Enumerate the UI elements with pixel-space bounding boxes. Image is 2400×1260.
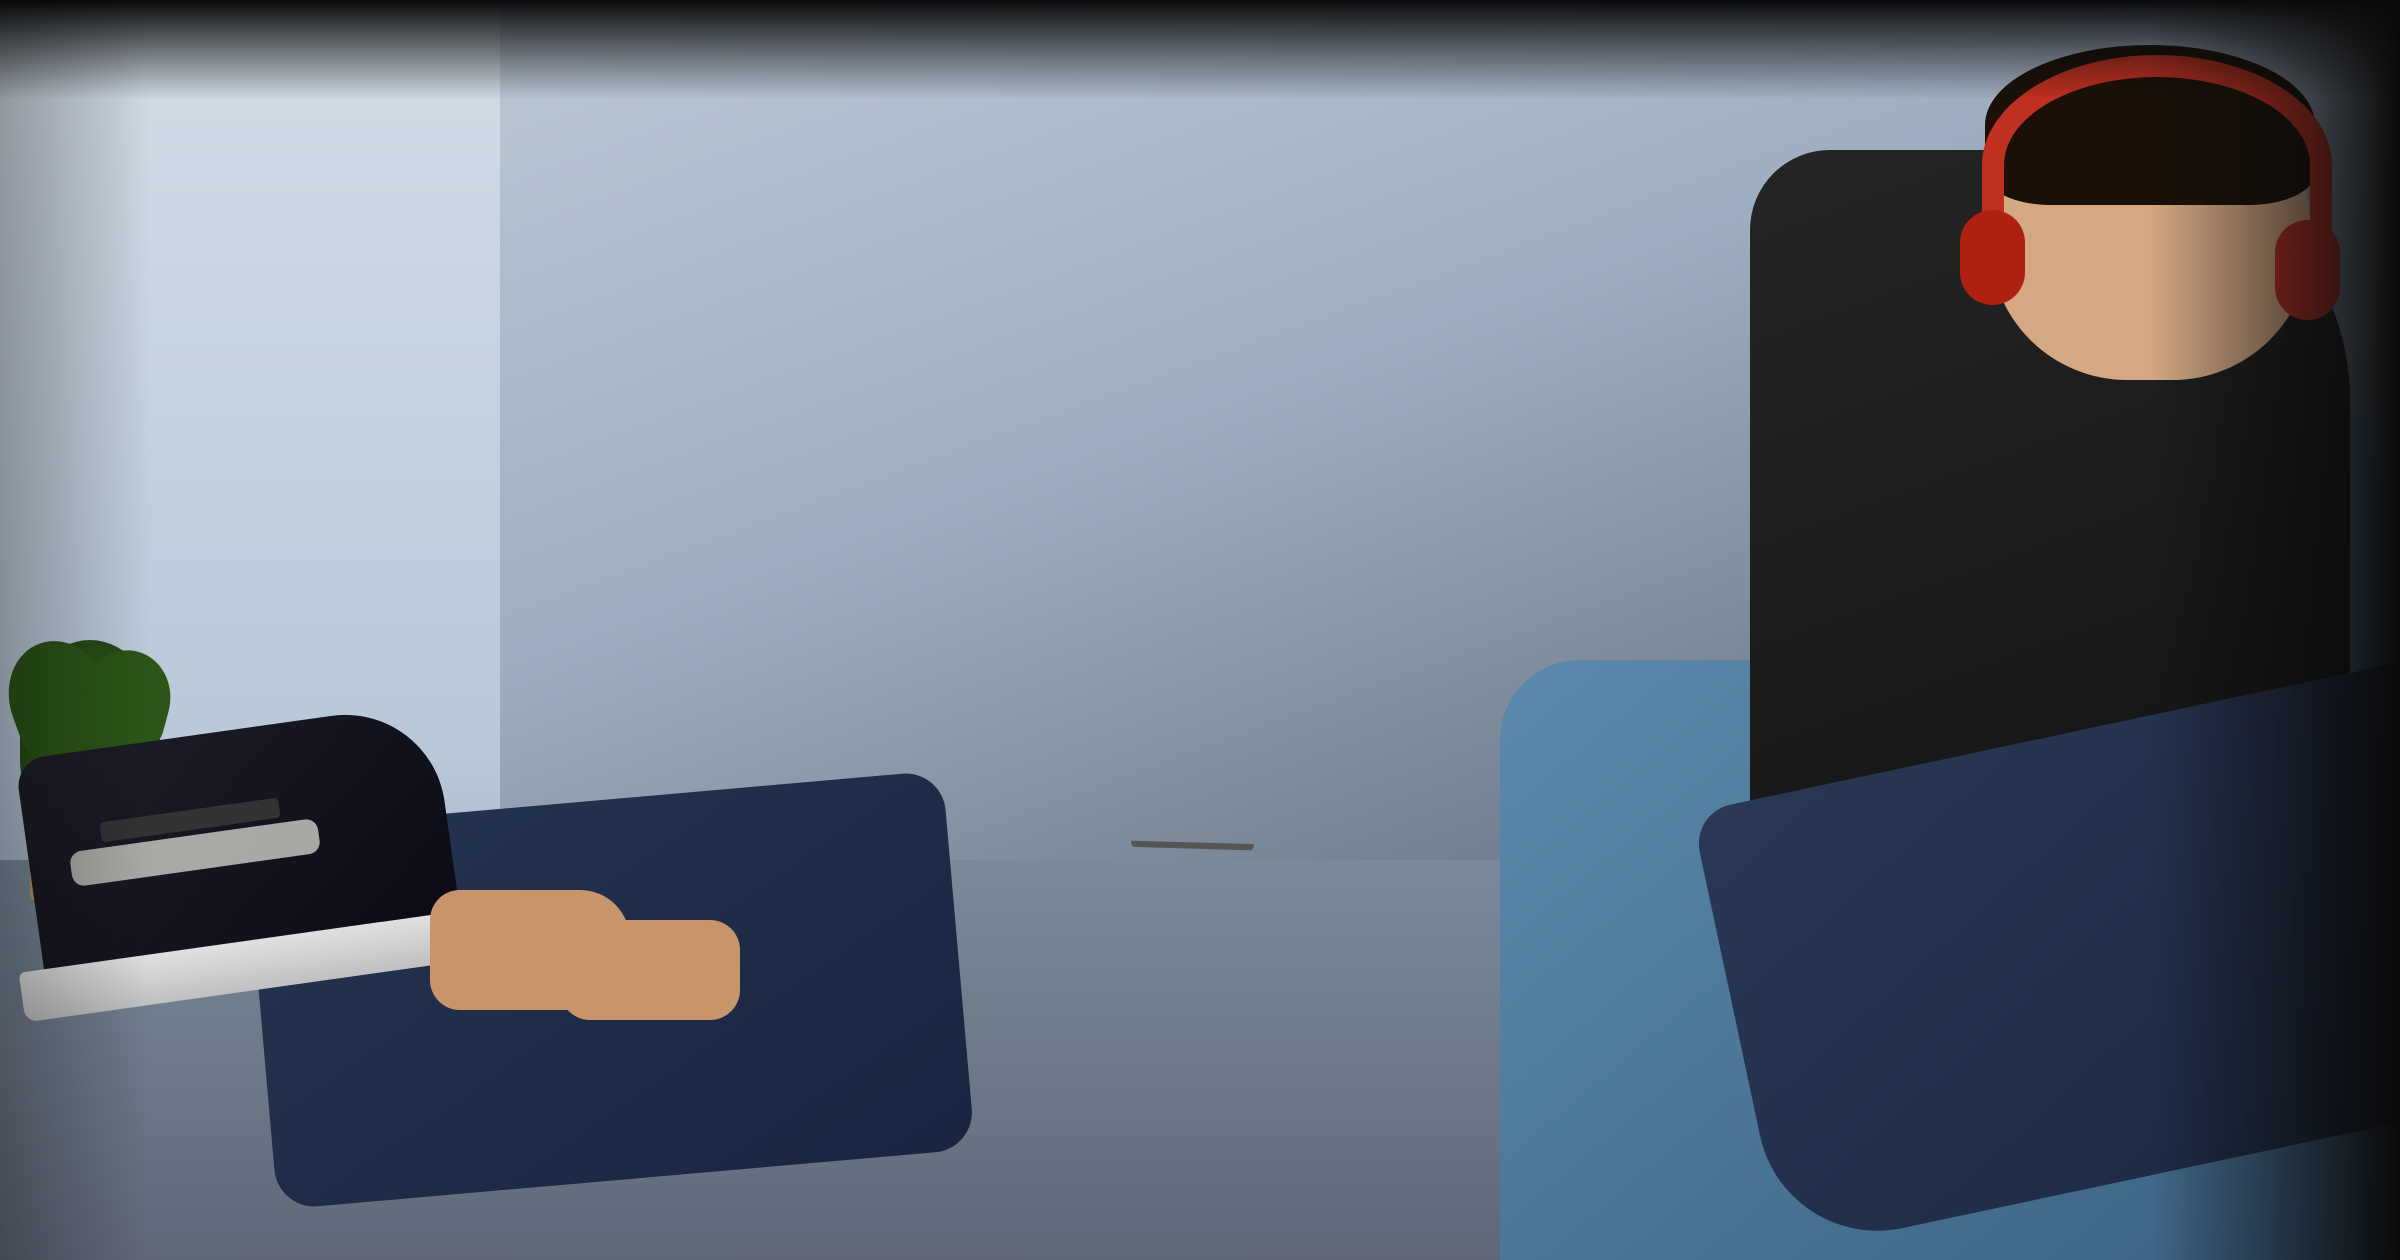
top-vignette xyxy=(0,0,2400,100)
left-vignette xyxy=(0,0,150,1260)
headphone-cup-left xyxy=(1960,210,2025,305)
scene: 15 My Google Activity The activity you k… xyxy=(0,0,2400,1260)
right-vignette xyxy=(2150,0,2400,1260)
person-hand-left xyxy=(560,920,740,1020)
